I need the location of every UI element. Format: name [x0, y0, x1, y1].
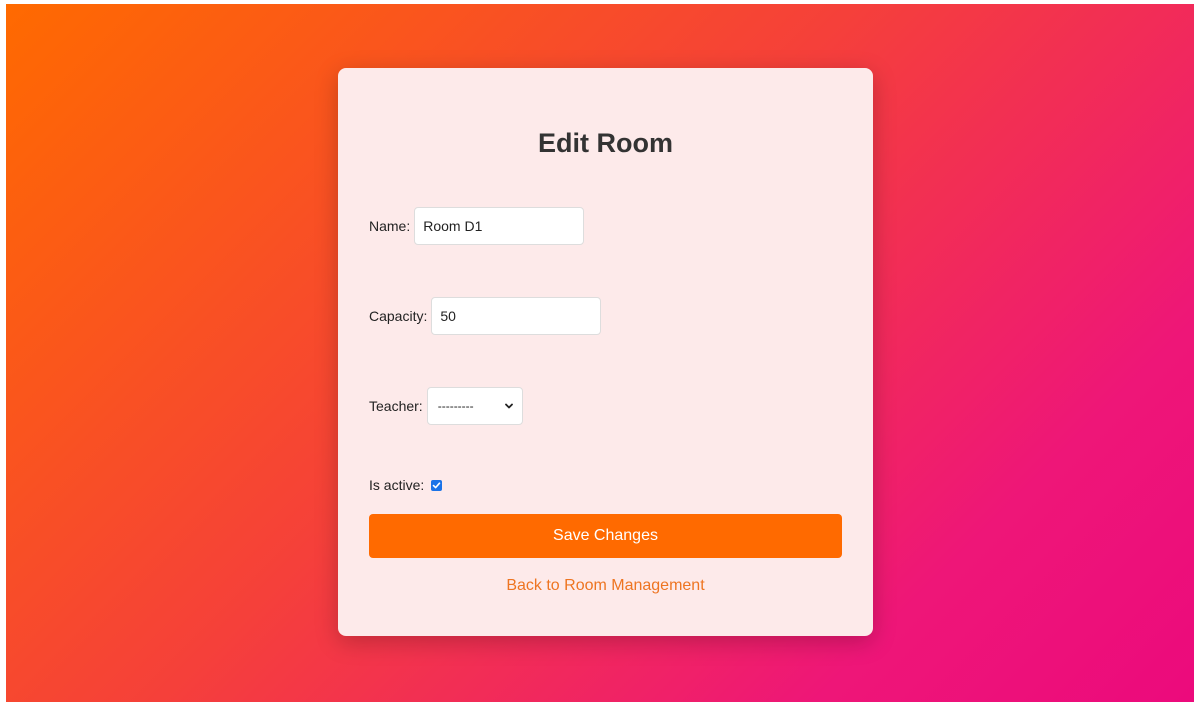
checkmark-icon — [432, 481, 441, 488]
name-input[interactable] — [414, 207, 585, 245]
active-label: Is active: — [369, 477, 425, 493]
teacher-row: Teacher: --------- — [369, 387, 523, 425]
teacher-label: Teacher: — [369, 398, 423, 414]
capacity-label: Capacity: — [369, 308, 428, 324]
back-to-room-management-link[interactable]: Back to Room Management — [338, 577, 873, 595]
edit-room-card: Edit Room Name: Capacity: Teacher: -----… — [338, 68, 873, 636]
active-checkbox[interactable] — [431, 479, 443, 491]
active-row: Is active: — [369, 477, 443, 493]
teacher-selected-value: --------- — [437, 399, 474, 413]
page-title: Edit Room — [538, 128, 673, 158]
name-row: Name: — [369, 207, 585, 245]
teacher-select[interactable]: --------- — [426, 387, 523, 425]
save-changes-button[interactable]: Save Changes — [369, 514, 842, 558]
name-label: Name: — [369, 218, 411, 234]
capacity-row: Capacity: — [369, 297, 602, 335]
chevron-down-icon — [504, 403, 513, 409]
capacity-input[interactable] — [431, 297, 602, 335]
